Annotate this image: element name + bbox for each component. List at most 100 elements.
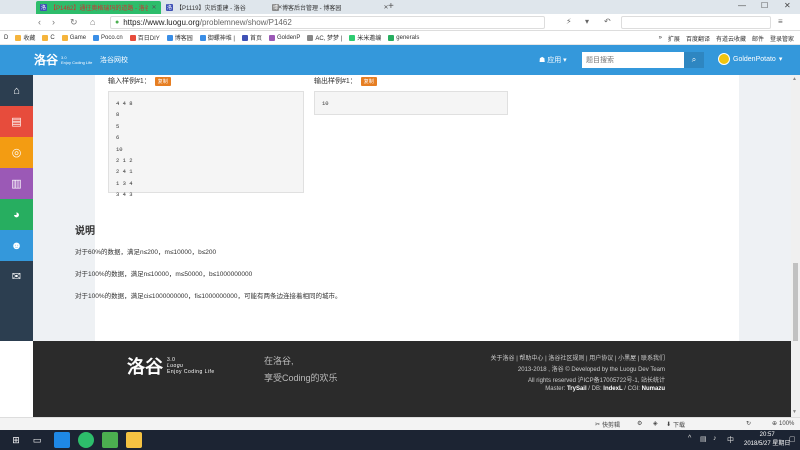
refresh-icon[interactable]: ↻ (746, 420, 751, 427)
bookmark-item[interactable]: 御螺神堆 | (199, 33, 235, 42)
download-button[interactable]: ⬇ 下载 (666, 420, 685, 429)
new-tab-button[interactable]: + (388, 1, 394, 12)
quick-cut-button[interactable]: ✂ 快剪辑 (595, 420, 620, 429)
youdao-button[interactable]: 有道云收藏 (716, 34, 746, 43)
bookmark-item[interactable]: 博客园 (166, 33, 193, 42)
master-value: TrySail (566, 386, 587, 392)
bookmark-item[interactable]: 首页 (242, 33, 262, 42)
sidebar-item-discuss[interactable]: ✉ (0, 261, 33, 292)
scroll-thumb[interactable] (793, 263, 798, 341)
download-label: 下载 (673, 423, 686, 429)
shield-icon[interactable]: ◈ (653, 420, 658, 427)
copy-output-button[interactable]: 复制 (360, 76, 377, 86)
browser-tab-bar: 洛 【P1462】通往奥格瑞玛的道路 - 洛谷 ✕ 洛 【P1119】灾后重建 … (0, 0, 800, 14)
volume-icon[interactable]: ♪ (713, 435, 717, 442)
luogu-logo[interactable]: 洛谷 3.0 Enjoy Coding Life (34, 51, 92, 68)
users-icon: ☻ (10, 239, 23, 252)
download-icon: ⬇ (666, 422, 672, 428)
bookmark-item[interactable]: D (4, 35, 8, 41)
search-button[interactable]: ⌕ (684, 52, 704, 68)
output-sample-label: 输出样例#1： (314, 78, 357, 85)
file-explorer-icon[interactable] (126, 432, 142, 448)
bookmark-item[interactable]: Game (61, 34, 87, 41)
sidebar-item-records[interactable]: ▥ (0, 168, 33, 199)
chevron-down-icon: ▾ (778, 56, 783, 63)
logo-slogan: Enjoy Coding Life (61, 59, 93, 65)
bookmark-item[interactable]: 收藏 (15, 33, 35, 42)
input-language[interactable]: 中 (727, 435, 734, 445)
footer-links[interactable]: 关于洛谷 | 帮助中心 | 洛谷社区规则 | 用户协议 | 小黑屋 | 联系我们 (491, 353, 665, 362)
browser-tab-cnblogs[interactable]: 博 博客后台管理 - 博客园 ✕ (268, 1, 393, 14)
sidebar-item-contests[interactable]: ◕ (0, 199, 33, 230)
output-sample-title: 输出样例#1： 复制 (314, 76, 377, 86)
bookmark-label: 百日DIY (137, 36, 160, 42)
login-manager-button[interactable]: 登录管家 (770, 34, 794, 43)
tab-title: 【P1119】灾后重建 - 洛谷 (176, 6, 246, 12)
nav-app-menu[interactable]: ☗ 应用 ▾ (539, 55, 567, 65)
zoom-level[interactable]: ⊕ 100% (772, 420, 794, 428)
browser-status-bar: ✂ 快剪辑 ⚙ ◈ ⬇ 下载 ↻ ⊕ 100% (0, 417, 800, 430)
bookmark-item[interactable]: C (42, 34, 55, 41)
bookmark-item[interactable]: generals (388, 34, 419, 41)
master-label: Master: (545, 386, 567, 392)
forward-icon[interactable]: › (52, 17, 55, 27)
back-icon[interactable]: ‹ (38, 17, 41, 27)
bookmark-item[interactable]: GoldenP (269, 34, 300, 41)
bookmark-item[interactable]: Poco.cn (93, 34, 123, 41)
extensions-button[interactable]: 扩展 (668, 34, 680, 43)
bookmark-overflow-button[interactable]: » (659, 35, 662, 41)
network-icon[interactable]: ▤ (700, 435, 707, 443)
task-view-icon[interactable]: ▭ (30, 433, 44, 447)
close-tab-icon[interactable]: ✕ (151, 4, 157, 11)
bookmark-item[interactable]: 百日DIY (129, 33, 160, 42)
taskbar-app-icon[interactable] (54, 432, 70, 448)
bookmark-item[interactable]: 米米邀编 (349, 33, 381, 42)
description-line: 对于100%的数据，满足n≤10000，m≤50000，b≤1000000000 (75, 271, 253, 278)
url-bar[interactable]: ● https://www.luogu.org/problemnew/show/… (110, 16, 545, 29)
description-line: 对于60%的数据，满足n≤200，m≤10000，b≤200 (75, 249, 217, 256)
pie-chart-icon: ◕ (13, 208, 20, 221)
scroll-down-icon[interactable]: ▼ (792, 409, 797, 415)
sidebar-item-home[interactable]: ⌂ (0, 75, 33, 106)
sidebar-item-training[interactable]: ◎ (0, 137, 33, 168)
cnblogs-favicon-icon: 博 (272, 4, 279, 11)
settings-icon[interactable]: ⚙ (637, 420, 642, 427)
page-scrollbar[interactable]: ▲ (791, 75, 800, 341)
logo-text: 洛谷 (34, 53, 59, 67)
baidu-translate-button[interactable]: 百度翻译 (686, 34, 710, 43)
user-menu[interactable]: GoldenPotato ▾ (718, 53, 782, 65)
browser-tab-p1462[interactable]: 洛 【P1462】通往奥格瑞玛的道路 - 洛谷 ✕ (36, 1, 161, 14)
windows-start-icon[interactable]: ⊞ (9, 433, 23, 447)
bookmark-item[interactable]: AC, 梦梦 | (307, 33, 342, 42)
scroll-up-icon[interactable]: ▲ (792, 76, 797, 82)
page-scrollbar-track[interactable]: ▼ (791, 341, 800, 417)
maximize-button[interactable]: ☐ (761, 1, 768, 10)
sidebar-item-teams[interactable]: ☻ (0, 230, 33, 261)
browser-taskbar-icon[interactable] (78, 432, 94, 448)
description-line: 对于100%的数据，满足ci≤1000000000，fi≤1000000000，… (75, 293, 342, 300)
browser-search-input[interactable] (621, 16, 771, 29)
mail-button[interactable]: 邮件 (752, 34, 764, 43)
site-icon (93, 34, 100, 41)
sidebar-item-problems[interactable]: ▤ (0, 106, 33, 137)
nav-school-link[interactable]: 洛谷网校 (100, 55, 128, 65)
minimize-button[interactable]: — (738, 1, 746, 10)
problem-search-input[interactable] (582, 52, 684, 68)
notification-icon[interactable]: ▢ (789, 435, 796, 443)
tray-chevron-icon[interactable]: ^ (688, 435, 691, 442)
clock[interactable]: 20:57 2018/5/27 星期日 (744, 431, 790, 449)
lightning-icon[interactable]: ⚡ (566, 17, 572, 26)
copy-input-button[interactable]: 复制 (154, 76, 171, 86)
wechat-taskbar-icon[interactable] (102, 432, 118, 448)
reload-icon[interactable]: ↻ (70, 17, 78, 28)
nav-app-label: 应用 (547, 57, 562, 64)
home-icon[interactable]: ⌂ (90, 17, 95, 27)
bookmarks-bar: D 收藏 C Game Poco.cn 百日DIY 博客园 御螺神堆 | 首页 … (0, 31, 800, 45)
search-icon: ⌕ (691, 55, 697, 64)
chevron-down-icon[interactable]: ▾ (585, 17, 589, 26)
undo-icon[interactable]: ↶ (604, 17, 611, 26)
bookmark-label: Game (69, 34, 87, 41)
close-window-button[interactable]: ✕ (784, 1, 791, 10)
input-sample-label: 输入样例#1： (108, 78, 151, 85)
menu-icon[interactable]: ≡ (778, 17, 783, 26)
